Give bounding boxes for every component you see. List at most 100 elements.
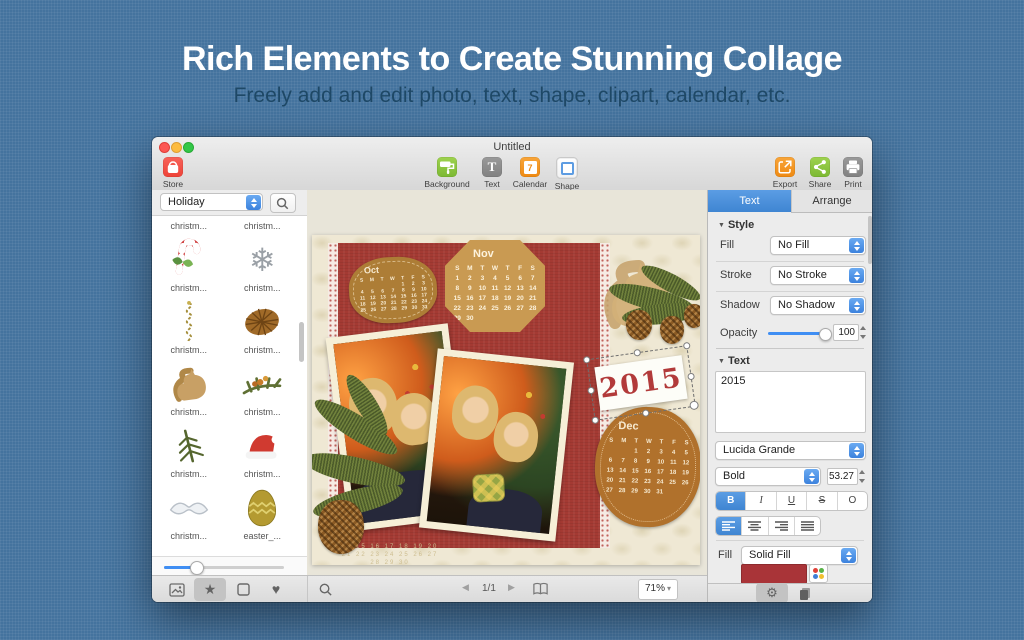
zoom-level-dropdown[interactable]: 71%▾ [638, 579, 678, 600]
print-button[interactable]: Print [833, 157, 872, 189]
text-tool-button[interactable]: T Text [472, 157, 512, 189]
search-button[interactable] [270, 193, 296, 213]
pinecone-icon [226, 299, 300, 345]
font-size-field[interactable]: 53.27 [827, 468, 858, 485]
dropdown-stepper-icon [804, 469, 819, 484]
clipart-item[interactable]: christm... [226, 299, 300, 361]
shadow-label: Shadow [720, 299, 760, 311]
text-content-field[interactable]: 2015 [715, 371, 866, 433]
favorites-tab-button[interactable]: ♥ [260, 578, 292, 601]
font-family-dropdown[interactable]: Lucida Grande [715, 441, 866, 460]
prev-page-button[interactable]: ◀ [462, 582, 469, 593]
page-indicator: 1/1 [482, 583, 496, 594]
fill-color-swatch[interactable] [741, 564, 807, 584]
store-button[interactable]: Store [153, 157, 193, 189]
align-right-button[interactable] [768, 517, 794, 535]
disclosure-triangle-icon: ▼ [718, 358, 725, 365]
style-section-header[interactable]: ▼Style [718, 219, 754, 231]
easter-egg-icon [226, 485, 300, 531]
pages-button[interactable] [798, 587, 812, 602]
clipart-item[interactable]: christm... [152, 485, 226, 547]
alignment-segmented [715, 516, 821, 536]
tab-text[interactable]: Text [708, 190, 791, 212]
text-T-icon: T [482, 157, 502, 177]
clipart-label: christm... [152, 407, 226, 417]
shape-square-icon [556, 157, 578, 179]
photos-tab-button[interactable] [161, 578, 193, 601]
clipart-item[interactable]: christm... [152, 423, 226, 485]
search-icon [275, 196, 290, 211]
opacity-stepper-icon[interactable] [859, 324, 868, 341]
slider-knob[interactable] [190, 561, 204, 575]
category-dropdown[interactable]: Holiday [160, 193, 263, 211]
opacity-label: Opacity [720, 327, 757, 339]
settings-tab-button[interactable]: ⚙ [756, 583, 788, 602]
pine-branch-icon [152, 423, 226, 469]
frames-tab-button[interactable] [227, 578, 259, 601]
clipart-label: christm... [152, 221, 226, 231]
zoom-tool-button[interactable] [318, 582, 333, 602]
spiral-garland-icon [152, 299, 226, 345]
font-size-stepper-icon[interactable] [858, 468, 867, 485]
align-left-button[interactable] [716, 517, 741, 535]
color-picker-button[interactable] [809, 564, 828, 583]
page-layout-button[interactable] [532, 582, 549, 601]
next-page-button[interactable]: ▶ [508, 582, 515, 593]
underline-button[interactable]: U [776, 492, 806, 510]
clipart-label: christm... [152, 531, 226, 541]
clipart-item[interactable]: ❄ christm... [226, 237, 300, 299]
stroke-dropdown[interactable]: No Stroke [770, 266, 866, 285]
clipart-item[interactable]: easter_... [226, 485, 300, 547]
selection-handle[interactable] [689, 400, 699, 410]
align-justify-button[interactable] [794, 517, 820, 535]
outline-button[interactable]: O [837, 492, 867, 510]
tab-arrange[interactable]: Arrange [791, 190, 872, 213]
export-button[interactable]: Export [765, 157, 805, 189]
align-center-button[interactable] [741, 517, 767, 535]
background-tool-button[interactable]: Background [419, 157, 475, 189]
clipart-item[interactable]: christm... [226, 361, 300, 423]
clipart-item[interactable]: christm... [152, 299, 226, 361]
text-fill-dropdown[interactable]: Solid Fill [741, 546, 858, 565]
text-section-header[interactable]: ▼Text [718, 355, 750, 367]
bold-button[interactable]: B [716, 492, 745, 510]
clipart-item[interactable]: christm... [226, 423, 300, 485]
sidebar-scrollbar[interactable] [299, 322, 304, 362]
panel-scrollbar[interactable] [868, 216, 872, 264]
santa-hat-icon [226, 423, 300, 469]
calendar-tool-button[interactable]: 7 Calendar [510, 157, 550, 189]
inspector-panel: Text Arrange ▼Style Fill No Fill Stroke … [707, 190, 872, 602]
opacity-slider[interactable] [768, 332, 826, 335]
selected-text-object[interactable]: 2015 [586, 345, 696, 421]
canvas-area: OctSMTWTFS123456789101112131415161718192… [307, 190, 707, 575]
shape-tool-button[interactable]: Shape [547, 157, 587, 191]
selection-outline [586, 345, 696, 421]
sidebar-controls: Holiday [152, 190, 307, 216]
font-weight-dropdown[interactable]: Bold [715, 467, 821, 486]
selection-handle[interactable] [687, 373, 695, 381]
squirrel-icon [152, 361, 226, 407]
italic-button[interactable]: I [745, 492, 775, 510]
clipart-sidebar: Holiday christm... christm... christm... [152, 190, 308, 575]
hero-subtitle: Freely add and edit photo, text, shape, … [0, 84, 1024, 108]
strikethrough-button[interactable]: S [806, 492, 836, 510]
fill-label: Fill [720, 239, 734, 251]
fill-dropdown[interactable]: No Fill [770, 236, 866, 255]
shadow-dropdown[interactable]: No Shadow [770, 296, 866, 315]
collage-page[interactable]: OctSMTWTFS123456789101112131415161718192… [312, 235, 700, 565]
paint-roller-icon [437, 157, 457, 177]
clipart-tab-button[interactable]: ★ [194, 578, 226, 601]
clipart-item[interactable]: christm... [152, 361, 226, 423]
star-icon: ★ [204, 581, 217, 597]
opacity-value-field[interactable]: 100 [833, 324, 859, 341]
color-dot-yellow [819, 574, 824, 579]
berry-branch-icon [226, 361, 300, 407]
calendar-dec[interactable]: DecSMTWTFS123456789101112131415161718192… [593, 405, 700, 529]
opacity-slider-knob[interactable] [819, 328, 832, 341]
magnifier-icon [318, 582, 333, 597]
hero-title: Rich Elements to Create Stunning Collage [0, 40, 1024, 79]
mustache-icon [152, 485, 226, 531]
calendar-nov[interactable]: NovSMTWTFS123456789101112131415161718192… [445, 240, 545, 332]
ribbon-bow-clipart[interactable] [404, 426, 571, 564]
clipart-item[interactable]: christm... [152, 237, 226, 299]
